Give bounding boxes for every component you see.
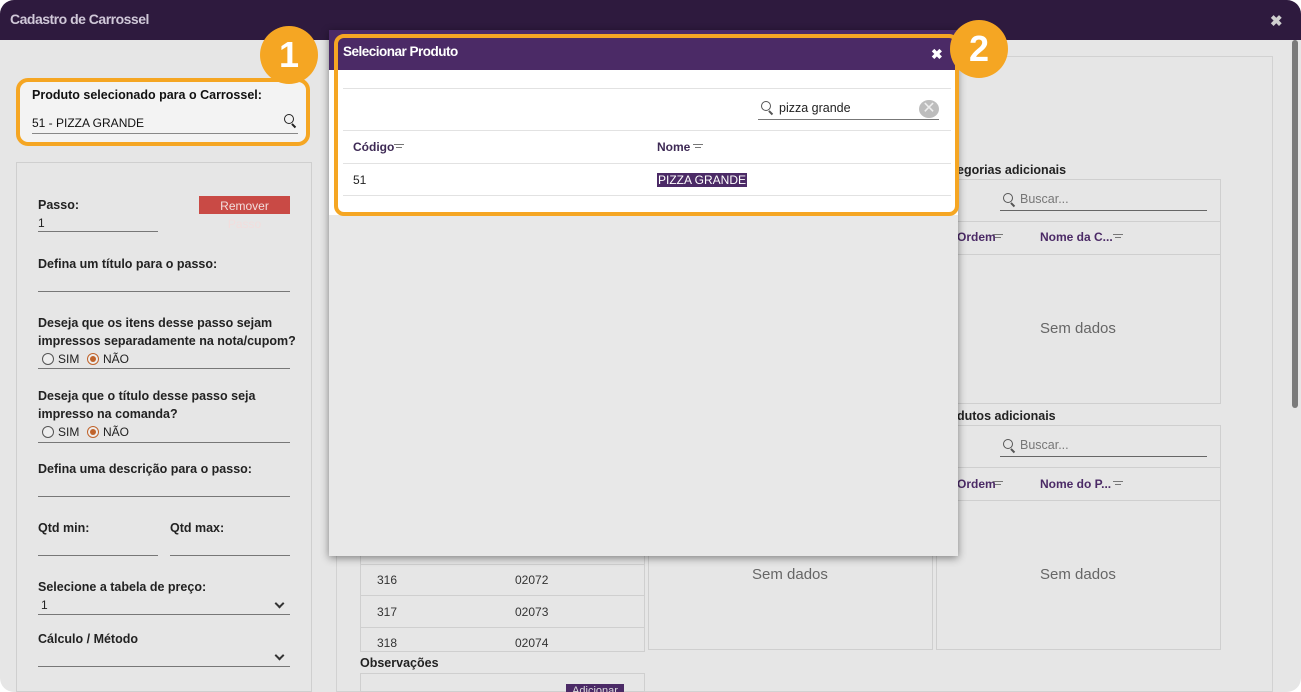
divider [38,368,290,369]
callout-highlight-2 [334,34,959,216]
print-separately-question-line2: impressos separadamente na nota/cupom? [38,334,296,348]
print-separately-yes-label: SIM [58,352,80,366]
qty-min-label: Qtd min: [38,521,90,535]
products-search-placeholder: Buscar... [1020,438,1069,452]
step-value: 1 [38,216,45,230]
step-description-label: Defina uma descrição para o passo: [38,462,252,476]
products-section-title: dutos adicionais [957,409,1056,423]
print-title-yes-label: SIM [58,425,80,439]
filter-icon[interactable] [1113,234,1123,235]
step-description-input[interactable] [38,481,290,497]
filter-icon[interactable] [993,234,1003,235]
divider [937,500,1220,501]
back-table [360,540,645,652]
step-input[interactable]: 1 [38,216,158,232]
divider [361,564,644,565]
callout-badge-1: 1 [260,26,318,84]
step-title-input[interactable] [38,276,290,292]
add-button[interactable]: Adicionar [566,684,624,692]
divider [937,221,1220,222]
divider [361,595,644,596]
remove-step-button[interactable]: Remover Passo [199,196,290,231]
categories-search-placeholder: Buscar... [1020,192,1069,206]
categories-search-input[interactable]: Buscar... [1000,192,1207,211]
filter-icon-line [995,237,1001,238]
window-close-icon[interactable]: ✖ [1270,14,1283,29]
middle-empty-text: Sem dados [752,566,828,583]
back-table-cell: 02073 [515,605,549,619]
filter-icon[interactable] [993,481,1003,482]
back-table-cell: 318 [377,636,398,650]
categories-col-name[interactable]: Nome da C... [1040,230,1113,244]
selected-product-field[interactable]: 51 - PIZZA GRANDE [32,114,298,134]
divider [38,442,290,443]
step-title-label: Defina um título para o passo: [38,257,218,271]
products-col-name[interactable]: Nome do P... [1040,477,1111,491]
middle-grid [648,540,933,650]
print-title-no-label: NÃO [103,425,130,439]
qty-max-label: Qtd max: [170,521,225,535]
selected-product-box: Produto selecionado para o Carrossel: 51… [16,78,310,146]
calc-method-select[interactable] [38,650,290,667]
print-separately-question-line1: Deseja que os itens desse passo sejam [38,316,273,330]
print-separately-no-radio[interactable] [87,353,99,365]
products-grid [936,425,1221,650]
price-table-select[interactable]: 1 [38,598,290,615]
window-title: Cadastro de Carrossel [10,11,149,27]
calc-method-label: Cálculo / Método [38,632,138,646]
callout-badge-2: 2 [950,20,1008,78]
categories-section-title: egorias adicionais [957,163,1067,177]
back-table-cell: 317 [377,605,398,619]
categories-empty-text: Sem dados [1040,320,1116,337]
print-separately-no-label: NÃO [103,352,130,366]
qty-min-input[interactable] [38,540,158,556]
step-label: Passo: [38,198,79,212]
observations-label: Observações [360,656,439,670]
qty-max-input[interactable] [170,540,290,556]
search-icon[interactable] [284,114,298,128]
price-table-value: 1 [41,598,48,612]
divider [361,627,644,628]
products-col-order[interactable]: Ordem [957,477,996,491]
back-table-cell: 02074 [515,636,549,650]
scrollbar[interactable] [1292,40,1298,408]
app-window: Cadastro de Carrossel ✖ Produto selecion… [0,0,1301,692]
divider [937,254,1220,255]
print-separately-yes-radio[interactable] [42,353,54,365]
divider [937,467,1220,468]
selected-product-label: Produto selecionado para o Carrossel: [32,88,262,102]
filter-icon-line [1115,484,1121,485]
products-empty-text: Sem dados [1040,566,1116,583]
products-search-input[interactable]: Buscar... [1000,438,1207,457]
back-table-cell: 316 [377,573,398,587]
print-title-question-line1: Deseja que o título desse passo seja [38,389,256,403]
print-title-yes-radio[interactable] [42,426,54,438]
filter-icon[interactable] [1113,481,1123,482]
filter-icon-line [1115,237,1121,238]
print-title-no-radio[interactable] [87,426,99,438]
filter-icon-line [995,484,1001,485]
back-table-cell: 02072 [515,573,549,587]
categories-col-order[interactable]: Ordem [957,230,996,244]
selected-product-value: 51 - PIZZA GRANDE [32,116,145,130]
categories-grid [936,179,1221,404]
price-table-label: Selecione a tabela de preço: [38,580,207,594]
print-title-question-line2: impresso na comanda? [38,407,178,421]
